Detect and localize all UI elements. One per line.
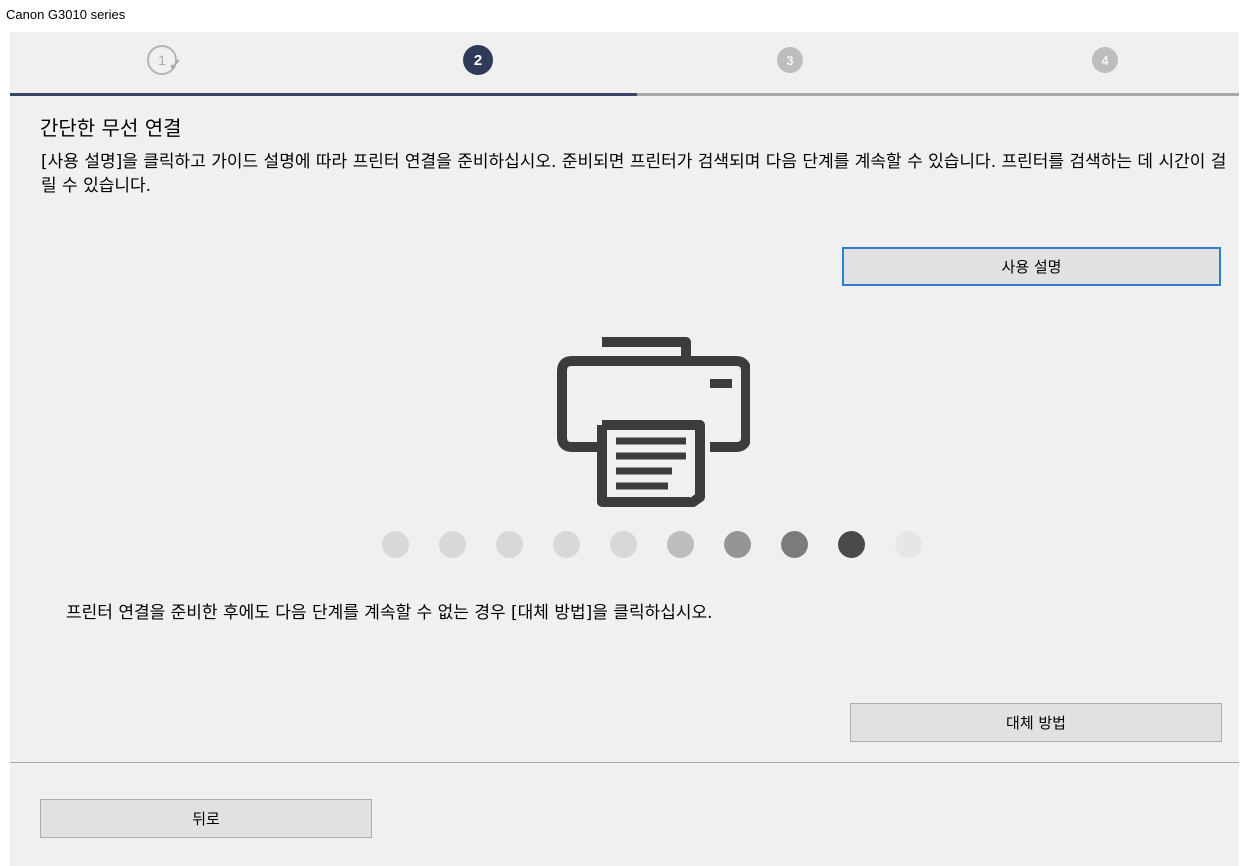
instruction-text: [사용 설명]을 클릭하고 가이드 설명에 따라 프린터 연결을 준비하십시오.… xyxy=(41,152,1227,196)
printer-icon xyxy=(550,337,751,512)
searching-indicator xyxy=(382,531,922,559)
step-2: 2 xyxy=(463,45,493,75)
alternative-method-button[interactable]: 대체 방법 xyxy=(850,703,1222,742)
window-title: Canon G3010 series xyxy=(6,7,126,22)
alternative-note: 프린터 연결을 준비한 후에도 다음 단계를 계속할 수 없는 경우 [대체 방… xyxy=(66,603,713,623)
wizard-content: 1 ✓ 2 3 4 간단한 무선 연결 [사용 설명]을 클릭하고 가이드 설명… xyxy=(10,32,1239,866)
progress-dot xyxy=(610,531,637,558)
progress-dot xyxy=(667,531,694,558)
step-1: 1 ✓ xyxy=(147,45,182,75)
step-indicator: 1 ✓ 2 3 4 xyxy=(10,32,1239,96)
progress-dot xyxy=(439,531,466,558)
title-bar: Canon G3010 series xyxy=(0,0,1245,32)
progress-dot xyxy=(781,531,808,558)
progress-fill xyxy=(10,93,637,96)
progress-dot xyxy=(496,531,523,558)
progress-dot xyxy=(724,531,751,558)
step-4-label: 4 xyxy=(1101,52,1109,68)
check-icon: ✓ xyxy=(168,57,182,74)
progress-dot xyxy=(553,531,580,558)
back-button[interactable]: 뒤로 xyxy=(40,799,372,838)
progress-dot xyxy=(895,531,922,558)
page-title: 간단한 무선 연결 xyxy=(40,116,182,140)
progress-dot xyxy=(838,531,865,558)
step-1-label: 1 xyxy=(158,52,166,68)
guide-button[interactable]: 사용 설명 xyxy=(842,247,1221,286)
step-3: 3 xyxy=(777,47,803,73)
progress-dot xyxy=(382,531,409,558)
step-2-label: 2 xyxy=(473,51,483,69)
step-4: 4 xyxy=(1092,47,1118,73)
footer-divider xyxy=(10,762,1239,763)
step-3-label: 3 xyxy=(786,52,794,68)
